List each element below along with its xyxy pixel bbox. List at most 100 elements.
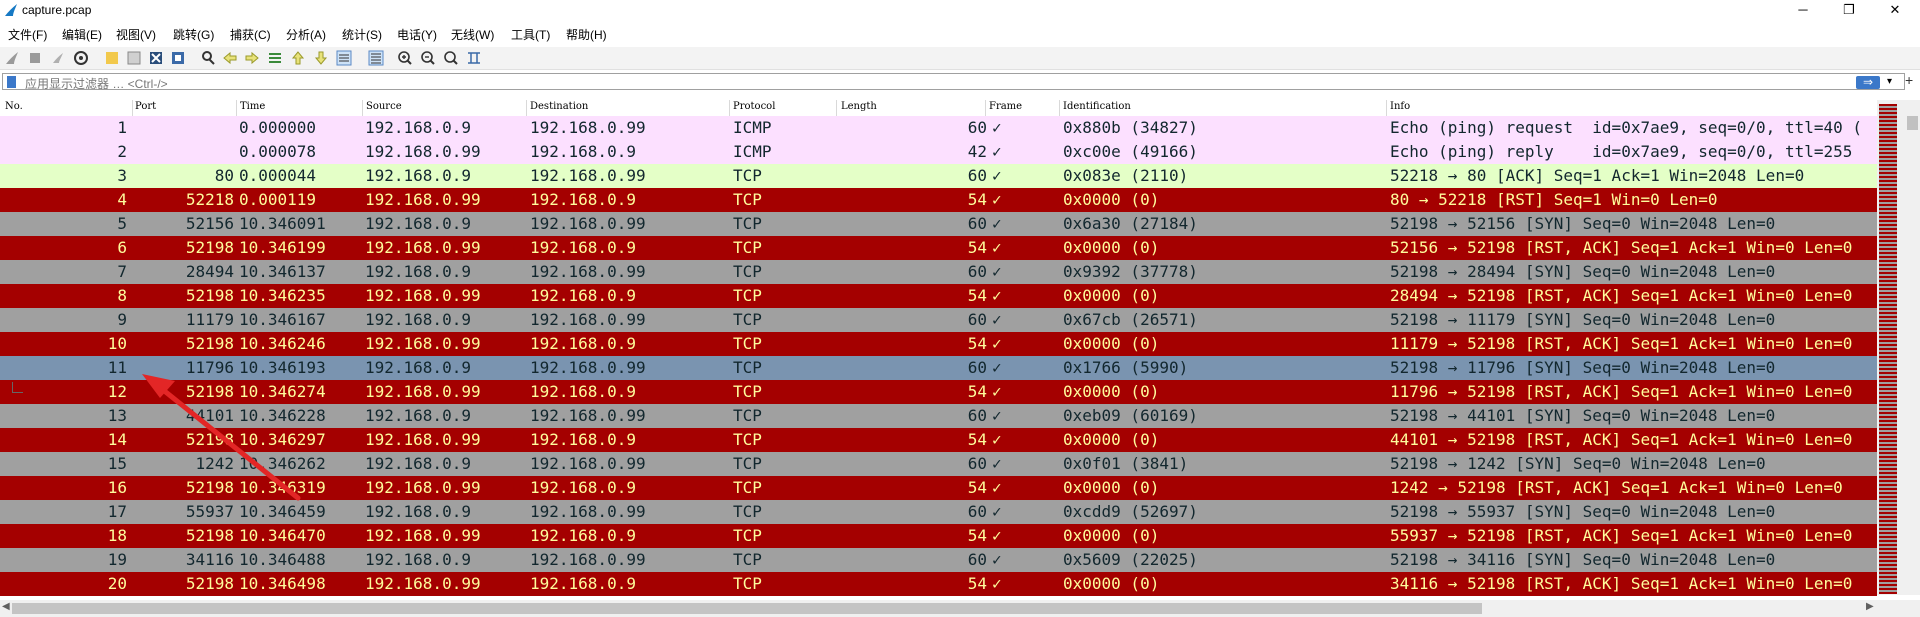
packet-row[interactable]: 17 55937 10.346459 192.168.0.9 192.168.0.99 T… [0, 500, 1877, 524]
packet-row[interactable]: 5 52156 10.346091 192.168.0.9 192.168.0.99 TC… [0, 212, 1877, 236]
capture-options-icon[interactable] [73, 50, 89, 66]
column-header-info[interactable]: Info [1390, 101, 1410, 112]
column-divider[interactable] [132, 100, 133, 116]
column-divider[interactable] [985, 100, 986, 116]
scroll-left-arrow-icon[interactable]: ◀ [2, 601, 10, 612]
menu-help[interactable]: 帮助(H) [566, 26, 607, 43]
packet-row[interactable]: 11 11796 10.346193 192.168.0.9 192.168.0.99 T… [0, 356, 1877, 380]
packet-row[interactable]: 14 52198 10.346297 192.168.0.99 192.168.0.9 T… [0, 428, 1877, 452]
go-to-packet-icon[interactable] [267, 50, 283, 66]
packet-row[interactable]: 10 52198 10.346246 192.168.0.99 192.168.0.9 T… [0, 332, 1877, 356]
start-capture-icon[interactable] [4, 50, 20, 66]
apply-filter-icon[interactable]: ⇒ [1856, 76, 1880, 89]
column-header-port[interactable]: Port [135, 101, 156, 112]
packet-protocol: TCP [733, 502, 762, 521]
packet-row[interactable]: 2 0.000078 192.168.0.99 192.168.0.9 ICMP 42 ✓ 0… [0, 140, 1877, 164]
vertical-scroll-thumb[interactable] [1907, 116, 1918, 130]
packet-row[interactable]: 19 34116 10.346488 192.168.0.9 192.168.0.99 T… [0, 548, 1877, 572]
display-filter-input[interactable]: 应用显示过滤器 … <Ctrl-/> ⇒ ▾ [2, 73, 1905, 91]
add-filter-button-icon[interactable]: + [1905, 72, 1913, 88]
menu-wireless[interactable]: 无线(W) [451, 26, 494, 43]
minimap-stripe [1879, 416, 1897, 418]
scroll-right-arrow-icon[interactable]: ▶ [1866, 601, 1874, 612]
go-forward-icon[interactable] [244, 50, 260, 66]
menu-edit[interactable]: 编辑(E) [62, 26, 102, 43]
packet-row[interactable]: 9 11179 10.346167 192.168.0.9 192.168.0.99 TC… [0, 308, 1877, 332]
minimap-stripe [1879, 584, 1897, 586]
menu-analyze[interactable]: 分析(A) [286, 26, 326, 43]
minimap-stripe [1879, 570, 1897, 572]
menu-view[interactable]: 视图(V) [116, 26, 156, 43]
minimap-stripe [1879, 490, 1897, 492]
column-header-no[interactable]: No. [5, 101, 23, 112]
go-first-icon[interactable] [290, 50, 306, 66]
restart-capture-icon[interactable] [50, 50, 66, 66]
colorize-icon[interactable] [368, 50, 384, 66]
column-header-length[interactable]: Length [841, 101, 877, 112]
packet-row[interactable]: 16 52198 10.346319 192.168.0.99 192.168.0.9 T… [0, 476, 1877, 500]
column-header-destination[interactable]: Destination [530, 101, 588, 112]
column-header-source[interactable]: Source [366, 101, 402, 112]
packet-source: 192.168.0.9 [365, 166, 471, 185]
column-header-frame[interactable]: Frame [989, 101, 1022, 112]
packet-row[interactable]: 20 52198 10.346498 192.168.0.99 192.168.0.9 T… [0, 572, 1877, 596]
column-divider[interactable] [836, 100, 837, 116]
stop-capture-icon[interactable] [27, 50, 43, 66]
packet-row[interactable]: 1 0.000000 192.168.0.9 192.168.0.99 ICMP 60 ✓ 0… [0, 116, 1877, 140]
packet-protocol: TCP [733, 382, 762, 401]
menu-go[interactable]: 跳转(G) [173, 26, 214, 43]
packet-row[interactable]: 13 44101 10.346228 192.168.0.9 192.168.0.99 T… [0, 404, 1877, 428]
packet-port: 52198 [185, 430, 234, 449]
packet-row[interactable]: 12 52198 10.346274 192.168.0.99 192.168.0.9 T… [0, 380, 1877, 404]
menu-file[interactable]: 文件(F) [8, 26, 47, 43]
column-divider[interactable] [526, 100, 527, 116]
go-last-icon[interactable] [313, 50, 329, 66]
minimize-button[interactable]: ─ [1780, 0, 1826, 22]
packet-no: 13 [107, 406, 127, 425]
close-button[interactable]: ✕ [1872, 0, 1918, 22]
resize-columns-icon[interactable] [466, 50, 482, 66]
packet-row[interactable]: 4 52218 0.000119 192.168.0.99 192.168.0.9 TCP… [0, 188, 1877, 212]
bookmark-icon[interactable] [7, 76, 16, 88]
find-packet-icon[interactable] [200, 50, 216, 66]
go-back-icon[interactable] [222, 50, 238, 66]
packet-row[interactable]: 18 52198 10.346470 192.168.0.99 192.168.0.9 T… [0, 524, 1877, 548]
auto-scroll-icon[interactable] [336, 50, 352, 66]
normal-size-icon[interactable] [443, 50, 459, 66]
save-file-icon[interactable] [126, 50, 142, 66]
menu-capture[interactable]: 捕获(C) [230, 26, 271, 43]
packet-length: 54 [967, 430, 987, 449]
minimap-stripe [1879, 316, 1897, 318]
column-header-identification[interactable]: Identification [1063, 101, 1131, 112]
column-divider[interactable] [1059, 100, 1060, 116]
minimap-stripe [1879, 238, 1897, 240]
menu-tools[interactable]: 工具(T) [511, 26, 550, 43]
menu-telephony[interactable]: 电话(Y) [397, 26, 437, 43]
column-divider[interactable] [362, 100, 363, 116]
minimap-stripe [1879, 340, 1897, 342]
maximize-button[interactable]: ❐ [1826, 0, 1872, 22]
packet-row[interactable]: 6 52198 10.346199 192.168.0.99 192.168.0.9 TC… [0, 236, 1877, 260]
packet-row[interactable]: 3 80 0.000044 192.168.0.9 192.168.0.99 TCP 60 ✓… [0, 164, 1877, 188]
minimap-stripe [1879, 504, 1897, 506]
filter-history-dropdown-icon[interactable]: ▾ [1887, 76, 1892, 87]
column-header-protocol[interactable]: Protocol [733, 101, 775, 112]
zoom-in-icon[interactable] [397, 50, 413, 66]
close-file-icon[interactable] [148, 50, 164, 66]
zoom-out-icon[interactable] [420, 50, 436, 66]
reload-file-icon[interactable] [170, 50, 186, 66]
packet-minimap[interactable] [1879, 104, 1897, 594]
packet-row[interactable]: 7 28494 10.346137 192.168.0.9 192.168.0.99 TC… [0, 260, 1877, 284]
column-divider[interactable] [1386, 100, 1387, 116]
menu-statistics[interactable]: 统计(S) [342, 26, 382, 43]
column-divider[interactable] [236, 100, 237, 116]
packet-row[interactable]: 15 1242 10.346262 192.168.0.9 192.168.0.99 TC… [0, 452, 1877, 476]
packet-info: 11179 → 52198 [RST, ACK] Seq=1 Ack=1 Win… [1390, 334, 1853, 353]
open-file-icon[interactable] [104, 50, 120, 66]
column-header-time[interactable]: Time [240, 101, 265, 112]
horizontal-scroll-thumb[interactable] [12, 603, 1482, 614]
horizontal-scrollbar[interactable]: ◀ ▶ [0, 600, 1920, 617]
packet-row[interactable]: 8 52198 10.346235 192.168.0.99 192.168.0.9 TC… [0, 284, 1877, 308]
column-divider[interactable] [729, 100, 730, 116]
packet-time: 10.346319 [239, 478, 326, 497]
